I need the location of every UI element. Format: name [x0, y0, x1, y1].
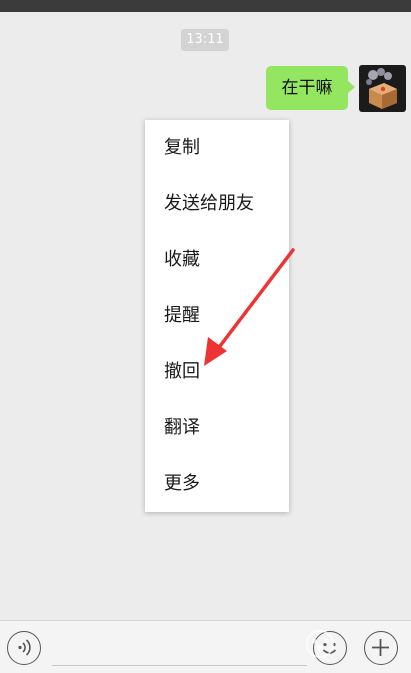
menu-item-remind[interactable]: 提醒: [145, 288, 289, 344]
context-menu: 复制 发送给朋友 收藏 提醒 撤回 翻译 更多: [145, 120, 289, 512]
menu-item-favorite[interactable]: 收藏: [145, 232, 289, 288]
plus-icon: [372, 639, 389, 656]
menu-item-more[interactable]: 更多: [145, 456, 289, 512]
input-bar: [0, 620, 411, 673]
menu-item-recall[interactable]: 撤回: [145, 344, 289, 400]
avatar-image: [359, 65, 406, 112]
bubble-tail: [348, 81, 355, 93]
emoji-icon: [322, 642, 337, 654]
voice-button[interactable]: [7, 631, 41, 665]
menu-item-translate[interactable]: 翻译: [145, 400, 289, 456]
avatar[interactable]: [359, 65, 406, 112]
more-functions-button[interactable]: [364, 631, 398, 665]
status-bar: [0, 0, 411, 12]
voice-icon: [18, 639, 31, 656]
emoji-button[interactable]: [313, 631, 347, 665]
message-bubble[interactable]: 在干嘛: [266, 66, 348, 110]
menu-item-send-to-friend[interactable]: 发送给朋友: [145, 176, 289, 232]
menu-item-copy[interactable]: 复制: [145, 120, 289, 176]
message-input[interactable]: [52, 665, 307, 666]
message-timestamp: 13:11: [181, 29, 229, 51]
